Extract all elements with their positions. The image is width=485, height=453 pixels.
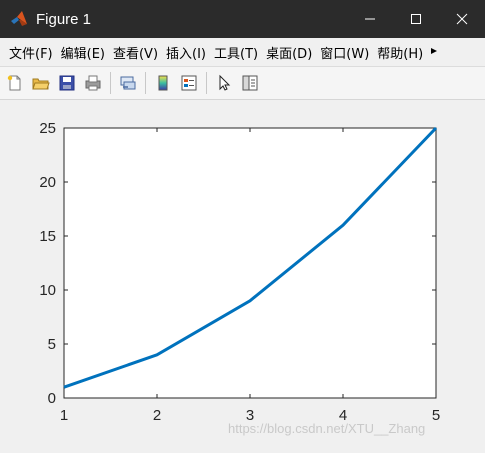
close-icon[interactable] (439, 0, 485, 38)
save-icon[interactable] (56, 72, 78, 94)
maximize-icon[interactable] (393, 0, 439, 38)
menu-desktop[interactable]: 桌面(D) (266, 43, 312, 62)
menu-insert[interactable]: 插入(I) (166, 43, 206, 62)
axes-box (64, 128, 436, 398)
window-title: Figure 1 (36, 11, 91, 28)
watermark: https://blog.csdn.net/XTU__Zhang (228, 421, 425, 436)
colorbar-icon[interactable] (152, 72, 174, 94)
y-tick-label: 10 (39, 282, 56, 299)
y-tick-label: 25 (39, 120, 56, 137)
toolbar (0, 67, 485, 100)
menu-edit[interactable]: 编辑(E) (61, 43, 105, 62)
y-tick-label: 15 (39, 228, 56, 245)
y-tick-label: 20 (39, 174, 56, 191)
toolbar-separator (110, 72, 111, 94)
pointer-icon[interactable] (213, 72, 235, 94)
print-icon[interactable] (82, 72, 104, 94)
toolbar-separator (206, 72, 207, 94)
figure-canvas: 051015202512345 (0, 100, 485, 449)
menu-tools[interactable]: 工具(T) (214, 43, 258, 62)
open-file-icon[interactable] (30, 72, 52, 94)
minimize-icon[interactable] (347, 0, 393, 38)
title-bar: Figure 1 (0, 0, 485, 38)
y-tick-label: 0 (48, 390, 56, 407)
x-tick-label: 5 (432, 407, 440, 424)
new-figure-icon[interactable] (4, 72, 26, 94)
menu-window[interactable]: 窗口(W) (320, 43, 369, 62)
y-tick-label: 5 (48, 336, 56, 353)
x-tick-label: 1 (60, 407, 68, 424)
line-chart: 051015202512345 (0, 100, 485, 449)
chevron-right-icon[interactable] (429, 45, 439, 59)
x-tick-label: 2 (153, 407, 161, 424)
menu-file[interactable]: 文件(F) (9, 43, 53, 62)
menu-help[interactable]: 帮助(H) (377, 43, 423, 62)
legend-icon[interactable] (178, 72, 200, 94)
property-editor-icon[interactable] (239, 72, 261, 94)
matlab-logo-icon (10, 10, 28, 28)
toolbar-separator (145, 72, 146, 94)
menu-bar: 文件(F) 编辑(E) 查看(V) 插入(I) 工具(T) 桌面(D) 窗口(W… (0, 38, 485, 67)
menu-view[interactable]: 查看(V) (113, 43, 158, 62)
link-plot-icon[interactable] (117, 72, 139, 94)
